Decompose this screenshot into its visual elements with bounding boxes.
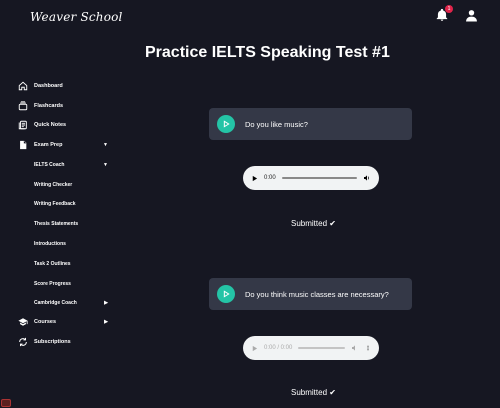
sidebar-subitem-label: Writing Feedback (34, 201, 76, 207)
play-icon[interactable] (251, 345, 258, 352)
brand-logo[interactable]: Weaver School (30, 10, 123, 24)
submitted-status: Submitted ✔ (291, 388, 336, 397)
question-text: Do you like music? (245, 119, 308, 129)
volume-icon[interactable] (363, 174, 371, 182)
play-question-button[interactable] (217, 115, 235, 133)
question-card: Do you think music classes are necessary… (209, 278, 412, 310)
sidebar-subitem-ielts-coach[interactable]: IELTS Coach ▼ (34, 159, 108, 171)
sidebar-item-label: Exam Prep (34, 142, 63, 148)
notes-icon (18, 120, 28, 130)
play-icon (223, 120, 230, 128)
cards-icon (18, 101, 28, 111)
audio-player[interactable]: 0:00 / 0:00 (243, 336, 379, 360)
sidebar-item-label: Quick Notes (34, 122, 67, 128)
corner-badge (1, 399, 11, 407)
volume-icon[interactable] (351, 344, 359, 352)
sidebar-item-flashcards[interactable]: Flashcards (18, 98, 108, 114)
sidebar-subitem-label: Introductions (34, 241, 66, 247)
sidebar-item-label: Dashboard (34, 83, 63, 89)
sidebar-item-label: Courses (34, 319, 57, 325)
sidebar-item-subscriptions[interactable]: Subscriptions (18, 334, 108, 350)
caret-right-icon: ▶ (104, 319, 108, 325)
notification-badge: 1 (445, 5, 453, 13)
sidebar-item-courses[interactable]: Courses ▶ (18, 314, 108, 330)
sidebar-subitem-label: Cambridge Coach (34, 300, 77, 306)
notification-bell[interactable]: 1 (435, 5, 453, 22)
sidebar-subitem-label: IELTS Coach (34, 162, 65, 168)
submitted-status: Submitted ✔ (291, 219, 336, 228)
page-title: Practice IELTS Speaking Test #1 (145, 44, 390, 61)
home-icon (18, 81, 28, 91)
sidebar-subitem-score-progress[interactable]: Score Progress (34, 278, 108, 290)
user-icon[interactable] (465, 9, 478, 22)
sidebar-subitem-label: Writing Checker (34, 182, 73, 188)
sidebar-subitem-label: Thesis Statements (34, 221, 79, 227)
sidebar-item-exam-prep[interactable]: Exam Prep ▼ (18, 137, 108, 153)
sidebar-subitem-thesis-statements[interactable]: Thesis Statements (34, 218, 108, 230)
audio-time: 0:00 / 0:00 (264, 345, 293, 351)
caret-down-icon: ▼ (103, 162, 108, 168)
question-text: Do you think music classes are necessary… (245, 289, 389, 299)
play-question-button[interactable] (217, 285, 235, 303)
question-card: Do you like music? (209, 108, 412, 140)
sidebar-item-quick-notes[interactable]: Quick Notes (18, 117, 108, 133)
sidebar-item-label: Flashcards (34, 103, 64, 109)
document-icon (18, 140, 28, 150)
audio-progress-track[interactable] (298, 347, 345, 349)
sidebar-subitem-task2-outlines[interactable]: Task 2 Outlines (34, 258, 108, 270)
audio-time: 0:00 (264, 175, 276, 181)
sidebar-subitem-writing-checker[interactable]: Writing Checker (34, 179, 108, 191)
refresh-icon (18, 337, 28, 347)
graduation-cap-icon (18, 317, 28, 327)
caret-down-icon: ▼ (103, 142, 108, 148)
sidebar-subitem-writing-feedback[interactable]: Writing Feedback (34, 198, 108, 210)
play-icon[interactable] (251, 175, 258, 182)
play-icon (223, 290, 230, 298)
sidebar-subitem-cambridge-coach[interactable]: Cambridge Coach ▶ (34, 297, 108, 309)
audio-player[interactable]: 0:00 (243, 166, 379, 190)
sidebar-subitem-introductions[interactable]: Introductions (34, 238, 108, 250)
sidebar-subitem-label: Score Progress (34, 281, 71, 287)
sidebar-subitem-label: Task 2 Outlines (34, 261, 71, 267)
more-options-icon[interactable] (365, 344, 371, 352)
sidebar-item-label: Subscriptions (34, 339, 71, 345)
top-icons: 1 (435, 5, 478, 22)
audio-progress-track[interactable] (281, 177, 357, 179)
sidebar-item-dashboard[interactable]: Dashboard (18, 78, 108, 94)
caret-right-icon: ▶ (104, 300, 108, 306)
